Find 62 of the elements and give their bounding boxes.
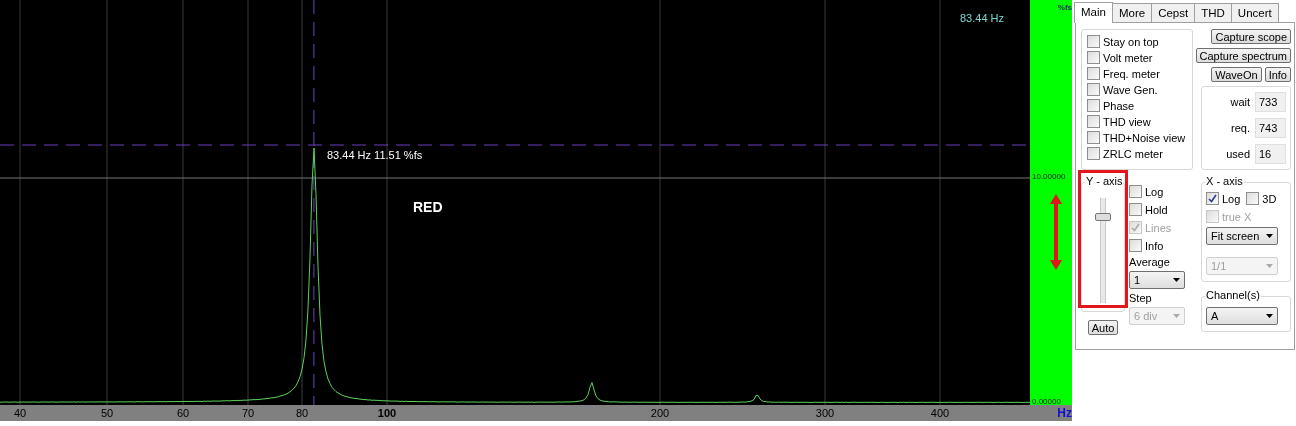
axis-tick-label: 80	[295, 407, 309, 419]
dropdown[interactable]: 1	[1129, 271, 1185, 289]
unit-label: Hz	[1057, 406, 1072, 420]
info-button[interactable]: Info	[1264, 67, 1291, 82]
tab[interactable]: Main	[1074, 2, 1113, 23]
checkbox[interactable]: Log	[1129, 184, 1197, 199]
stat-value: 16	[1255, 144, 1286, 164]
checkbox[interactable]: Phase	[1087, 98, 1187, 113]
checkbox[interactable]: THD view	[1087, 114, 1187, 129]
dropdown[interactable]: Fit screen	[1206, 227, 1278, 245]
caret-icon	[1266, 314, 1273, 318]
axis-tick-label: 400	[930, 407, 950, 419]
capture-scope-button[interactable]: Capture scope	[1211, 29, 1291, 44]
checkbox[interactable]: THD+Noise view	[1087, 130, 1187, 145]
double-arrow-icon	[1049, 192, 1063, 272]
field-label: Average	[1129, 256, 1171, 268]
axis-tick-label: 100	[377, 407, 397, 419]
scale-label: 0.00000	[1032, 397, 1061, 406]
marker-label: 83.44 Hz 11.51 %fs	[327, 149, 423, 161]
axis-tick-label: 50	[100, 407, 114, 419]
axis-tick-label: 200	[650, 407, 670, 419]
scale-label: 10.00000	[1032, 172, 1066, 181]
caret-icon	[1266, 264, 1273, 268]
checkbox[interactable]: Volt meter	[1087, 50, 1187, 65]
stat-label: wait	[1230, 96, 1250, 108]
checkbox[interactable]: Hold	[1129, 202, 1197, 217]
checkbox[interactable]: ZRLC meter	[1087, 146, 1187, 161]
field-label: Step	[1129, 292, 1153, 304]
auto-button[interactable]: Auto	[1087, 320, 1119, 335]
stat-value: 743	[1255, 118, 1286, 138]
annotation-text: RED	[413, 199, 443, 215]
checkbox[interactable]: Stay on top	[1087, 34, 1187, 49]
slider-thumb[interactable]	[1095, 212, 1111, 221]
check-icon	[1131, 223, 1140, 232]
caret-icon	[1173, 314, 1180, 318]
caret-icon	[1266, 234, 1273, 238]
dropdown[interactable]: A	[1206, 307, 1278, 325]
axis-tick-label: 60	[176, 407, 190, 419]
tab[interactable]: Uncert	[1230, 3, 1279, 23]
checkbox[interactable]: Log	[1206, 191, 1241, 206]
checkbox[interactable]: Info	[1129, 238, 1197, 253]
unit-label: %fs	[1057, 3, 1072, 12]
group-title: Channel(s)	[1205, 289, 1261, 301]
axis-tick-label: 70	[241, 407, 255, 419]
axis-tick-label: 40	[13, 407, 27, 419]
checkbox[interactable]: Wave Gen.	[1087, 82, 1187, 97]
tab[interactable]: THD	[1194, 3, 1232, 23]
checkbox[interactable]: 3D	[1246, 191, 1277, 206]
group-title: X - axis	[1205, 175, 1244, 187]
caret-icon	[1173, 278, 1180, 282]
stat-label: used	[1226, 148, 1250, 160]
stat-label: req.	[1231, 122, 1250, 134]
axis-tick-label: 300	[815, 407, 835, 419]
tab[interactable]: Cepst	[1151, 3, 1196, 23]
tab[interactable]: More	[1111, 3, 1153, 23]
checkbox[interactable]: Freq. meter	[1087, 66, 1187, 81]
wave-button[interactable]: WaveOn	[1211, 67, 1262, 82]
cursor-readout: 83.44 Hz	[959, 12, 1004, 24]
check-icon	[1208, 194, 1217, 203]
group-title: Y - axis	[1085, 175, 1124, 187]
capture-spectrum-button[interactable]: Capture spectrum	[1195, 48, 1291, 63]
stat-value: 733	[1255, 92, 1286, 112]
